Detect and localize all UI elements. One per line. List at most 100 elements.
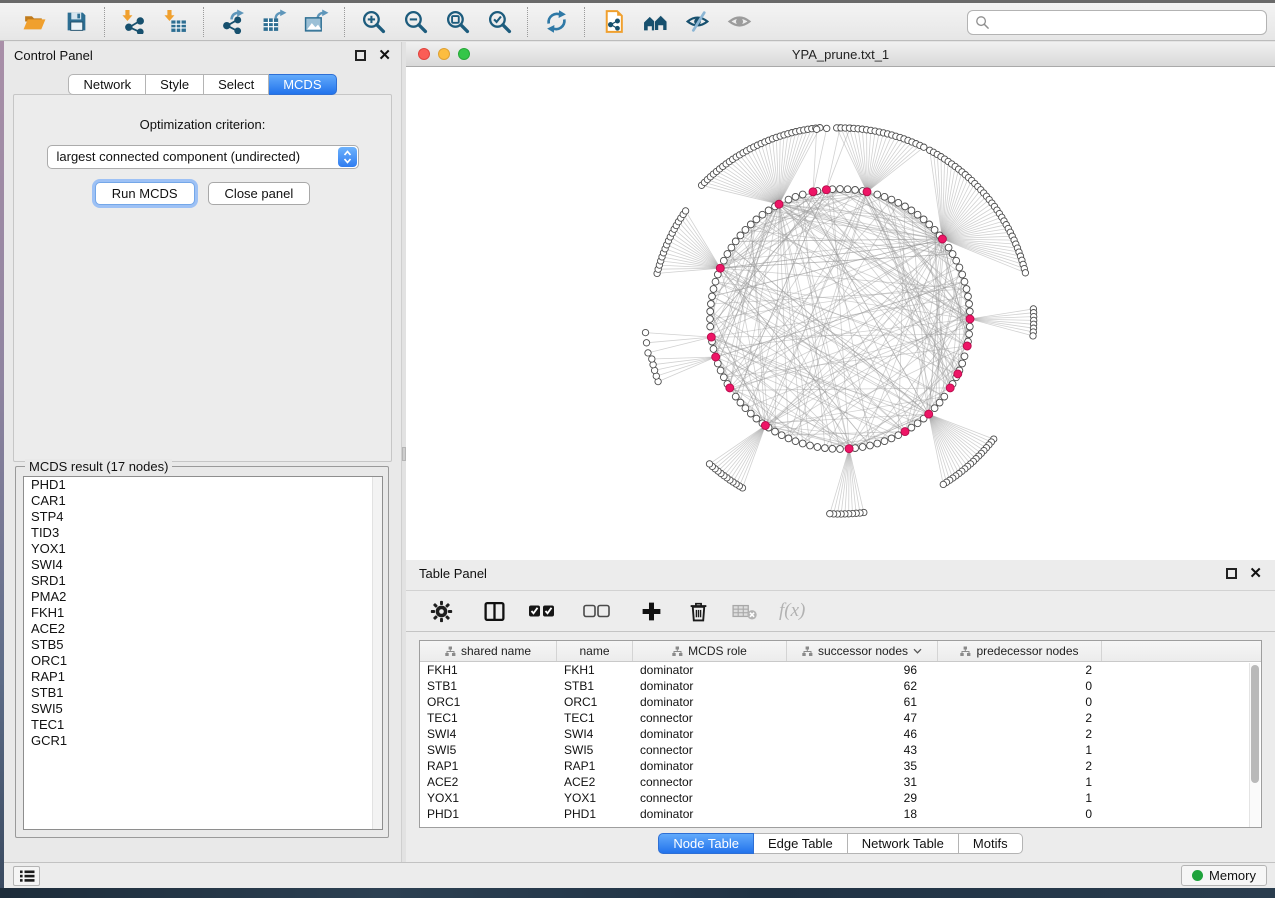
graph-node[interactable] [707, 308, 714, 315]
optimization-criterion-select[interactable]: largest connected component (undirected) [47, 145, 359, 169]
table-cell-predecessor-nodes[interactable]: 0 [938, 678, 1102, 694]
mcds-result-item[interactable]: SWI5 [24, 701, 382, 717]
graph-node[interactable] [945, 244, 952, 251]
column-header-name[interactable]: name [557, 641, 633, 661]
table-row[interactable]: TEC1TEC1connector472 [420, 710, 1261, 726]
graph-leaf-node[interactable] [643, 340, 649, 346]
graph-node[interactable] [720, 257, 727, 264]
graph-node[interactable] [799, 191, 806, 198]
graph-leaf-node[interactable] [1030, 333, 1036, 339]
mcds-result-item[interactable]: STB5 [24, 637, 382, 653]
table-cell-MCDS-role[interactable]: connector [633, 774, 787, 790]
table-cell-successor-nodes[interactable]: 47 [787, 710, 938, 726]
graph-node[interactable] [765, 207, 772, 214]
graph-mcds-hub-node[interactable] [946, 384, 954, 392]
table-cell-successor-nodes[interactable]: 35 [787, 758, 938, 774]
graph-node[interactable] [844, 186, 851, 193]
mcds-result-item[interactable]: PHD1 [24, 477, 382, 493]
table-cell-predecessor-nodes[interactable]: 2 [938, 710, 1102, 726]
graph-node[interactable] [747, 221, 754, 228]
graph-node[interactable] [859, 444, 866, 451]
table-cell-name[interactable]: YOX1 [557, 790, 633, 806]
column-header-shared-name[interactable]: shared name [420, 641, 557, 661]
mcds-result-item[interactable]: YOX1 [24, 541, 382, 557]
graph-node[interactable] [956, 264, 963, 271]
table-cell-shared-name[interactable]: STB1 [420, 678, 557, 694]
mcds-result-item[interactable]: TID3 [24, 525, 382, 541]
graph-node[interactable] [961, 278, 968, 285]
graph-node[interactable] [936, 399, 943, 406]
graph-leaf-node[interactable] [814, 126, 820, 132]
export-network-button[interactable] [216, 7, 248, 37]
graph-leaf-node[interactable] [645, 350, 651, 356]
graph-mcds-hub-node[interactable] [726, 384, 734, 392]
graph-node[interactable] [837, 186, 844, 193]
table-cell-name[interactable]: FKH1 [557, 662, 633, 678]
settings-gear-button[interactable] [428, 598, 454, 624]
table-cell-name[interactable]: STB1 [557, 678, 633, 694]
memory-button[interactable]: Memory [1181, 865, 1267, 886]
table-row[interactable]: RAP1RAP1dominator352 [420, 758, 1261, 774]
graph-node[interactable] [961, 353, 968, 360]
graph-node[interactable] [867, 442, 874, 449]
table-cell-name[interactable]: RAP1 [557, 758, 633, 774]
graph-leaf-node[interactable] [921, 144, 927, 150]
graph-node[interactable] [822, 445, 829, 452]
graph-node[interactable] [837, 446, 844, 453]
table-scrollbar[interactable] [1249, 663, 1260, 827]
graph-leaf-node[interactable] [1022, 270, 1028, 276]
graph-node[interactable] [799, 440, 806, 447]
graph-node[interactable] [963, 286, 970, 293]
graph-node[interactable] [742, 226, 749, 233]
mcds-result-item[interactable]: STB1 [24, 685, 382, 701]
graph-node[interactable] [931, 226, 938, 233]
graph-node[interactable] [737, 232, 744, 239]
tab-style[interactable]: Style [146, 74, 204, 95]
mcds-result-item[interactable]: STP4 [24, 509, 382, 525]
graph-node[interactable] [785, 196, 792, 203]
tab-motifs[interactable]: Motifs [959, 833, 1023, 854]
table-cell-shared-name[interactable]: RAP1 [420, 758, 557, 774]
graph-node[interactable] [785, 435, 792, 442]
graph-node[interactable] [881, 193, 888, 200]
table-cell-MCDS-role[interactable]: dominator [633, 758, 787, 774]
graph-leaf-node[interactable] [706, 461, 712, 467]
search-input[interactable] [990, 13, 1266, 33]
mcds-result-item[interactable]: RAP1 [24, 669, 382, 685]
graph-mcds-hub-node[interactable] [938, 235, 946, 243]
home-button[interactable] [639, 7, 671, 37]
table-cell-MCDS-role[interactable]: dominator [633, 662, 787, 678]
graph-node[interactable] [895, 432, 902, 439]
table-cell-shared-name[interactable]: TEC1 [420, 710, 557, 726]
table-row[interactable]: STB1STB1dominator620 [420, 678, 1261, 694]
result-list-scrollbar[interactable] [372, 477, 382, 829]
graph-leaf-node[interactable] [642, 329, 648, 335]
graph-mcds-hub-node[interactable] [712, 353, 720, 361]
graph-node[interactable] [772, 428, 779, 435]
graph-node[interactable] [707, 316, 714, 323]
table-cell-successor-nodes[interactable]: 62 [787, 678, 938, 694]
graph-leaf-node[interactable] [824, 125, 830, 131]
search-field[interactable] [967, 10, 1267, 35]
table-cell-predecessor-nodes[interactable]: 0 [938, 694, 1102, 710]
table-cell-successor-nodes[interactable]: 46 [787, 726, 938, 742]
graph-node[interactable] [753, 216, 760, 223]
table-cell-predecessor-nodes[interactable]: 1 [938, 774, 1102, 790]
table-cell-shared-name[interactable]: FKH1 [420, 662, 557, 678]
table-cell-shared-name[interactable]: ACE2 [420, 774, 557, 790]
graph-node[interactable] [881, 438, 888, 445]
show-panels-menu-button[interactable] [13, 866, 40, 886]
table-cell-predecessor-nodes[interactable]: 0 [938, 806, 1102, 822]
export-table-button[interactable] [258, 7, 290, 37]
graph-mcds-hub-node[interactable] [925, 410, 933, 418]
graph-node[interactable] [959, 360, 966, 367]
table-scrollbar-thumb[interactable] [1251, 665, 1259, 783]
table-row[interactable]: FKH1FKH1dominator962 [420, 662, 1261, 678]
table-cell-successor-nodes[interactable]: 31 [787, 774, 938, 790]
table-cell-predecessor-nodes[interactable]: 1 [938, 742, 1102, 758]
mcds-result-item[interactable]: SRD1 [24, 573, 382, 589]
table-cell-successor-nodes[interactable]: 61 [787, 694, 938, 710]
graph-node[interactable] [959, 271, 966, 278]
graph-node[interactable] [753, 415, 760, 422]
graph-node[interactable] [966, 308, 973, 315]
